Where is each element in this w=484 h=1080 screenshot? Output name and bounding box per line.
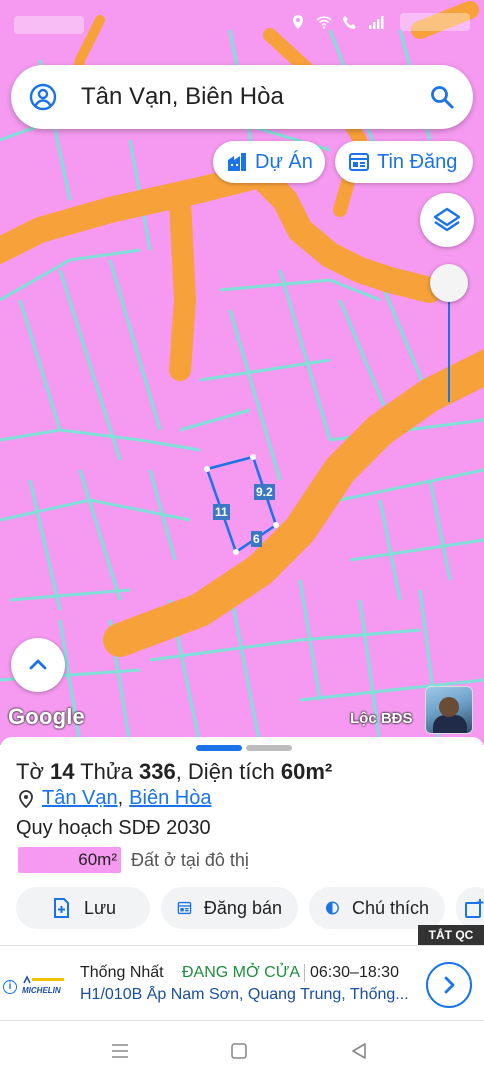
signal-icon [369,16,384,29]
post-sale-button-label: Đăng bán [203,897,282,918]
plan-label: Quy hoạch SDĐ 2030 [16,817,211,839]
sheet-number: 14 [50,759,75,784]
menu-icon[interactable] [110,1041,130,1061]
location-pin-icon [19,789,33,808]
expand-up-button[interactable] [11,638,65,692]
search-input[interactable]: Tân Vạn, Biên Hòa [81,83,429,111]
location-separator: , [117,787,124,809]
save-button-label: Lưu [83,897,117,918]
location-icon [293,15,303,29]
listings-chip-label: Tin Đăng [377,150,458,173]
home-icon[interactable] [229,1041,249,1061]
location-row: Tân Vạn , Biên Hòa [18,787,211,810]
status-bar [0,0,484,44]
ad-divider [304,964,305,982]
map-view[interactable]: 9.2 11 6 Tân Vạn, Biên Hòa Dự Án Tin Đăn… [0,0,484,745]
projects-chip-label: Dự Án [255,150,313,173]
legend-row: 60m² Đất ở tại đô thị [18,847,249,873]
measurement-label: 9.2 [254,484,275,500]
post-sale-button[interactable]: Đăng bán [161,887,298,929]
measurement-label: 6 [251,531,262,547]
brand-label: Lộc BĐS [350,710,413,727]
ad-business-name: Thống Nhất [80,964,164,981]
battery-placeholder [400,13,470,31]
status-time-placeholder [14,16,84,34]
system-nav-bar [0,1021,484,1080]
michelin-logo-icon [23,975,64,984]
chevron-up-icon [29,659,47,670]
parcel-title: Tờ 14 Thửa 336, Diện tích 60m² [16,759,332,785]
calendar-post-icon [177,901,192,915]
search-icon[interactable] [429,84,455,110]
layers-icon [433,207,461,232]
action-buttons: Lưu Đăng bán Chú thích [16,887,484,929]
legend-swatch: 60m² [18,847,121,873]
listing-icon [349,153,369,171]
parcel-number: 336 [138,759,176,784]
call-icon [343,16,356,29]
ad-banner[interactable]: i MICHELIN Thống Nhất ĐANG MỞ CỬA 06:30–… [0,945,484,1021]
layers-button[interactable] [420,193,474,247]
legend-button-label: Chú thích [351,897,429,918]
legend-button[interactable]: Chú thích [309,887,445,929]
pager-dot[interactable] [246,745,292,751]
google-logo: Google [8,704,85,729]
ad-address: H1/010B Ấp Nam Sơn, Quang Trung, Thống..… [80,986,409,1003]
opacity-slider[interactable] [430,264,468,404]
area-prefix: , Diện tích [175,759,275,784]
brand-avatar[interactable] [425,686,473,734]
back-icon[interactable] [349,1041,369,1061]
ad-info-icon[interactable]: i [3,980,17,994]
save-button[interactable]: Lưu [16,887,150,929]
close-ad-button[interactable]: TẮT QC [418,925,484,945]
sheet-pager[interactable] [196,745,292,751]
projects-chip[interactable]: Dự Án [213,141,325,183]
avatar-head [439,697,459,717]
half-circle-icon [326,901,339,915]
user-circle-icon[interactable] [29,83,57,111]
avatar-shirt [433,715,467,733]
listings-chip[interactable]: Tin Đăng [335,141,473,183]
ad-logo-text: MICHELIN [22,986,61,995]
ad-logo: MICHELIN [22,974,68,998]
chevron-right-icon [444,976,455,994]
pager-dot-active[interactable] [196,745,242,751]
wifi-icon [316,16,332,29]
add-bookmark-icon [53,898,69,918]
ad-go-button[interactable] [426,962,472,1008]
parcel-area: 60m² [280,759,333,784]
more-actions-button[interactable] [456,887,484,929]
measurement-label: 11 [213,504,230,520]
ad-hours: 06:30–18:30 [310,964,399,981]
slider-knob[interactable] [430,264,468,302]
city-link[interactable]: Biên Hòa [129,787,211,810]
search-bar[interactable]: Tân Vạn, Biên Hòa [11,65,473,129]
building-icon [228,153,246,171]
add-photo-icon [465,899,484,918]
ward-link[interactable]: Tân Vạn [42,787,118,810]
title-prefix: Tờ [16,759,44,784]
legend-description: Đất ở tại đô thị [131,849,249,870]
parcel-word: Thửa [80,759,133,784]
ad-open-status: ĐANG MỞ CỬA [182,964,301,981]
parcel-info-sheet: Tờ 14 Thửa 336, Diện tích 60m² Tân Vạn ,… [0,737,484,947]
